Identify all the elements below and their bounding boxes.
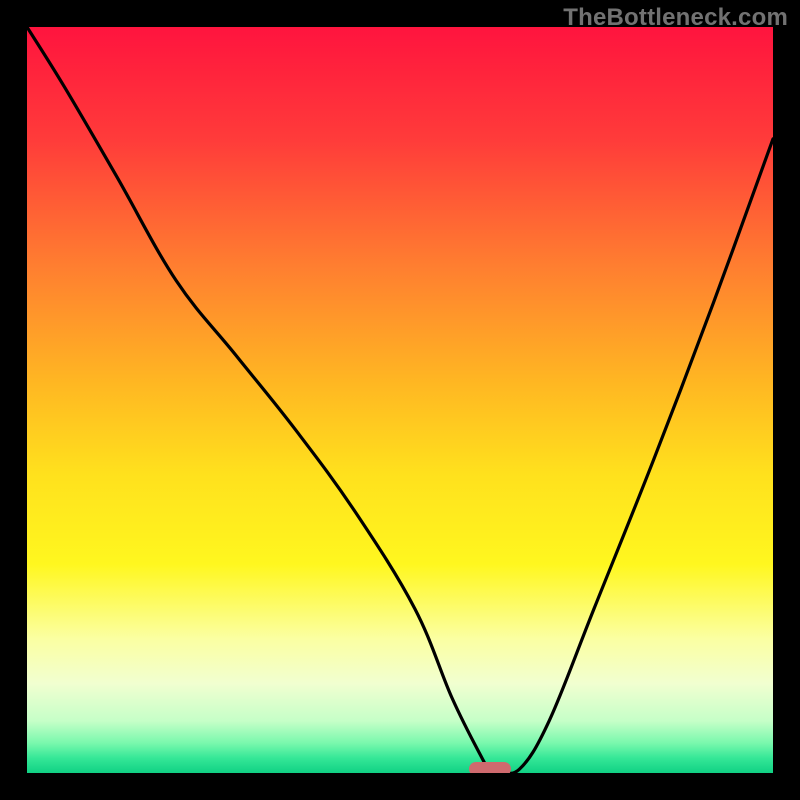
chart-frame: TheBottleneck.com <box>0 0 800 800</box>
plot-area <box>27 27 773 773</box>
bottleneck-curve <box>27 27 773 773</box>
optimal-point-marker <box>469 762 511 773</box>
